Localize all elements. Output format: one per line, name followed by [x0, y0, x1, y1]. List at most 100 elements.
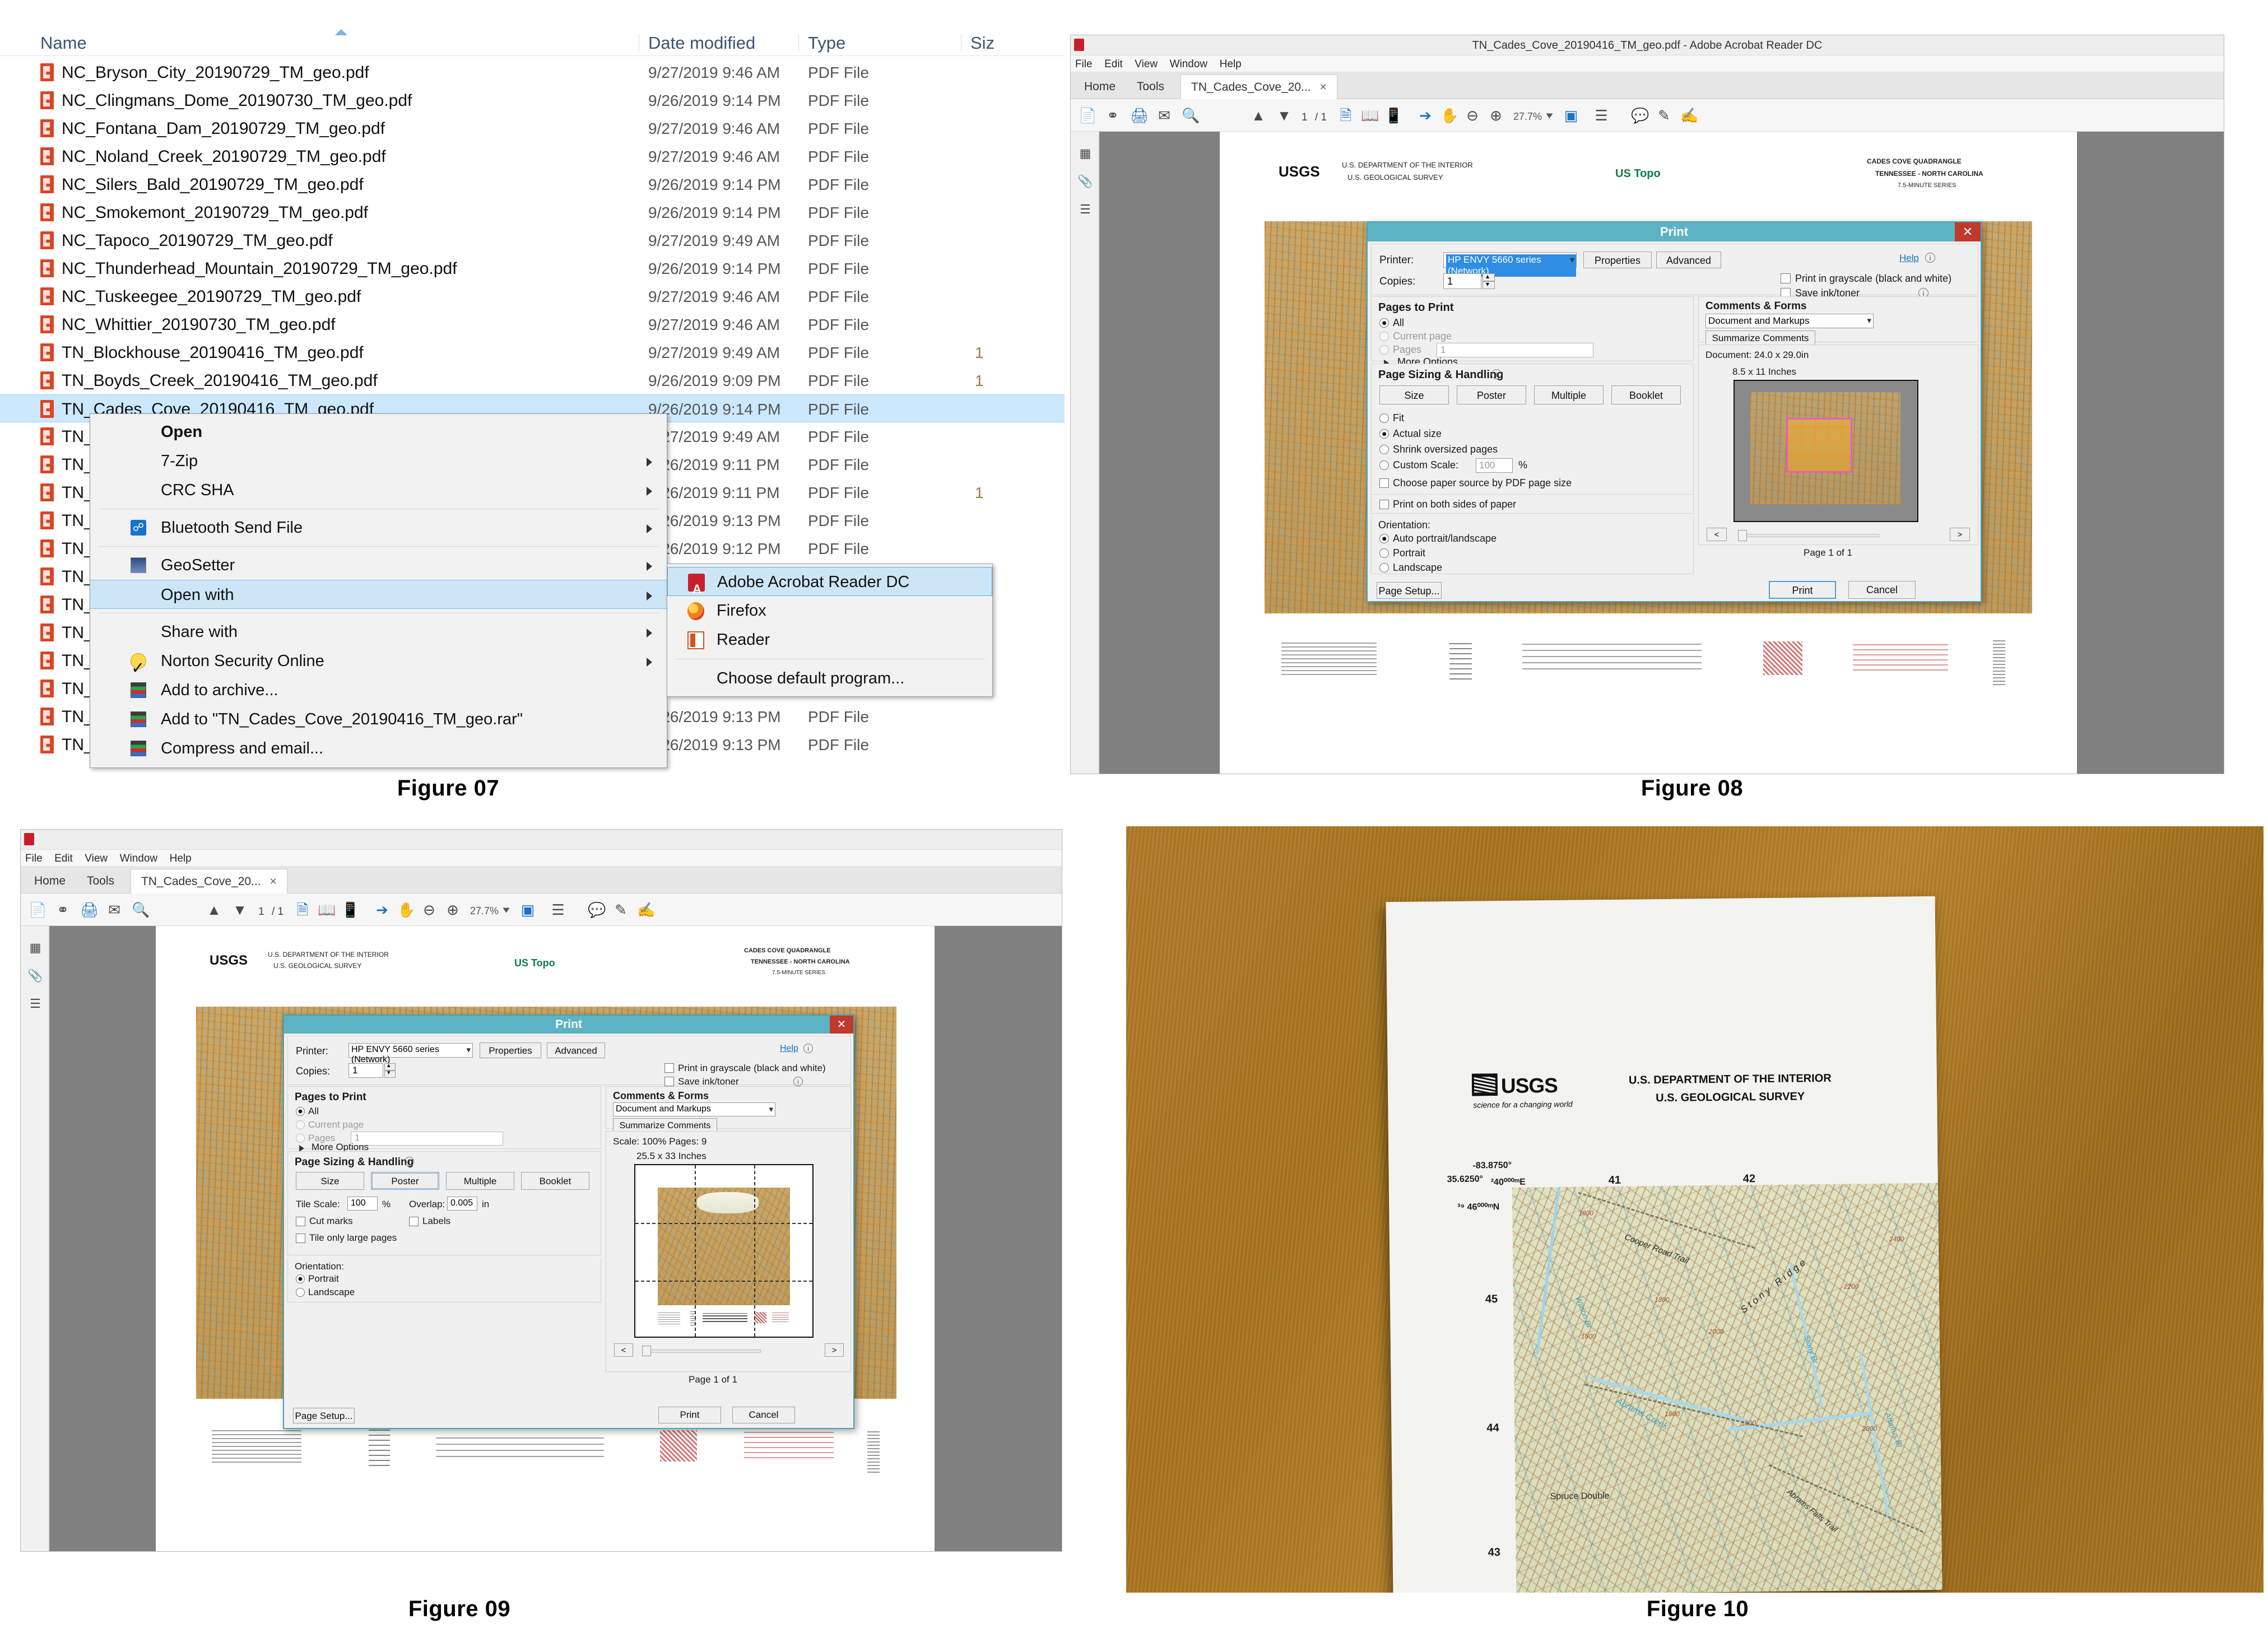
poster-button[interactable]: Poster [371, 1172, 439, 1190]
read-mode-icon[interactable]: ☰ [550, 901, 566, 918]
table-row[interactable]: NC_Thunderhead_Mountain_20190729_TM_geo.… [0, 254, 1065, 282]
search-icon[interactable]: 🔍 [1182, 107, 1198, 124]
cancel-button[interactable]: Cancel [1848, 581, 1916, 599]
zoom-in-icon[interactable]: ⊕ [444, 901, 461, 918]
zoom-level-value[interactable]: 27.7% [1513, 111, 1542, 123]
column-header-size[interactable]: Siz [970, 33, 994, 53]
tile-scale-input[interactable]: 100 [347, 1197, 378, 1211]
chevron-down-icon[interactable]: ▾ [466, 1045, 471, 1055]
fit-page-icon[interactable]: ▣ [1563, 107, 1579, 124]
highlight-icon[interactable]: ✎ [1656, 107, 1672, 124]
paper-source-checkbox[interactable] [1379, 478, 1389, 488]
preview-slider-track[interactable] [1739, 534, 1879, 537]
page-down-icon[interactable]: ▼ [1276, 107, 1293, 124]
labels-checkbox[interactable] [409, 1217, 419, 1226]
size-button[interactable]: Size [296, 1172, 364, 1190]
scroll-mode-icon[interactable]: 📱 [341, 901, 358, 918]
copies-input[interactable]: 1 [1443, 273, 1481, 289]
summarize-comments-button[interactable]: Summarize Comments [1705, 331, 1815, 345]
pages-range-input[interactable]: 1 [351, 1132, 503, 1146]
menu-item[interactable]: Add to "TN_Cades_Cove_20190416_TM_geo.ra… [90, 705, 667, 734]
comments-forms-select[interactable]: Document and Markups ▾ [1705, 314, 1874, 328]
read-mode-icon[interactable]: ☰ [1593, 107, 1610, 124]
comment-icon[interactable]: 💬 [1631, 107, 1648, 124]
scroll-mode-icon[interactable]: 📱 [1384, 107, 1401, 124]
zoom-dropdown-icon[interactable] [503, 908, 510, 913]
column-header-name[interactable]: Name [40, 33, 87, 53]
preview-next-button[interactable]: > [825, 1343, 844, 1357]
zoom-level-value[interactable]: 27.7% [470, 905, 499, 917]
attachments-icon[interactable]: 📎 [27, 967, 41, 982]
menu-item[interactable]: Open with [90, 580, 667, 609]
saveink-info-icon[interactable]: i [793, 1077, 803, 1086]
radio-fit[interactable] [1379, 413, 1389, 423]
table-row[interactable]: NC_Whittier_20190730_TM_geo.pdf9/27/2019… [0, 310, 1065, 338]
share-icon[interactable]: ⚭ [1104, 107, 1121, 124]
menu-file[interactable]: File [25, 850, 43, 865]
page-setup-button[interactable]: Page Setup... [1377, 582, 1442, 599]
table-row[interactable]: NC_Smokemont_20190729_TM_geo.pdf9/26/201… [0, 198, 1065, 226]
column-header-date-modified[interactable]: Date modified [648, 33, 755, 53]
submenu-item[interactable]: Choose default program... [667, 664, 992, 693]
preview-next-button[interactable]: > [1950, 528, 1970, 541]
menu-edit[interactable]: Edit [54, 850, 73, 865]
both-sides-checkbox[interactable] [1379, 500, 1389, 509]
zoom-out-icon[interactable]: ⊖ [421, 901, 438, 918]
multiple-button[interactable]: Multiple [446, 1172, 514, 1190]
help-info-icon[interactable]: i [803, 1044, 813, 1053]
menu-window[interactable]: Window [120, 850, 158, 865]
table-row[interactable]: TN_Boyds_Creek_20190416_TM_geo.pdf9/26/2… [0, 366, 1065, 394]
submenu-item[interactable]: Reader [667, 625, 992, 654]
grayscale-checkbox[interactable] [664, 1063, 674, 1073]
email-icon[interactable]: ✉ [106, 901, 123, 918]
sizing-info-icon[interactable]: i [1491, 369, 1502, 379]
tab-tools[interactable]: Tools [77, 869, 124, 894]
two-page-icon[interactable]: 📖 [1361, 107, 1378, 124]
cut-marks-checkbox[interactable] [296, 1217, 305, 1226]
attachments-icon[interactable]: 📎 [1077, 173, 1091, 188]
help-link[interactable]: Help [1899, 253, 1919, 264]
hand-tool-icon[interactable]: ✋ [1440, 107, 1457, 124]
single-page-icon[interactable]: 🗎 [1337, 107, 1354, 124]
grayscale-checkbox[interactable] [1781, 273, 1791, 283]
summarize-comments-button[interactable]: Summarize Comments [613, 1118, 717, 1132]
radio-custom-scale[interactable] [1379, 460, 1389, 470]
poster-button[interactable]: Poster [1457, 385, 1526, 404]
advanced-button[interactable]: Advanced [1656, 252, 1721, 268]
radio-shrink[interactable] [1379, 445, 1389, 454]
printer-select[interactable]: HP ENVY 5660 series (Network) ▾ [1443, 252, 1577, 268]
radio-actual-size[interactable] [1379, 429, 1389, 439]
chevron-down-icon[interactable]: ▾ [769, 1104, 773, 1114]
tab-document[interactable]: TN_Cades_Cove_20... × [1181, 75, 1337, 99]
preview-prev-button[interactable]: < [1707, 528, 1727, 541]
preview-slider-track[interactable] [643, 1350, 761, 1353]
select-tool-icon[interactable]: ➔ [1417, 107, 1434, 124]
chevron-down-icon[interactable]: ▾ [1570, 254, 1574, 266]
close-icon[interactable]: ✕ [1955, 222, 1981, 241]
page-number-input[interactable]: 1 [258, 906, 264, 918]
page-down-icon[interactable]: ▼ [231, 901, 248, 918]
comment-icon[interactable]: 💬 [588, 901, 605, 918]
radio-orient-landscape[interactable] [296, 1288, 305, 1297]
select-tool-icon[interactable]: ➔ [374, 901, 391, 918]
print-icon[interactable]: 🖨 [1130, 107, 1147, 124]
menu-edit[interactable]: Edit [1104, 55, 1123, 71]
table-row[interactable]: NC_Clingmans_Dome_20190730_TM_geo.pdf9/2… [0, 86, 1065, 114]
copies-stepper-down[interactable]: ▾ [384, 1071, 396, 1078]
menu-item[interactable]: Compress and email... [90, 734, 667, 763]
tile-only-large-checkbox[interactable] [296, 1234, 305, 1243]
menu-item[interactable]: Open [90, 417, 667, 446]
print-button[interactable]: Print [1769, 581, 1836, 599]
tab-document[interactable]: TN_Cades_Cove_20... × [131, 869, 287, 894]
help-link[interactable]: Help [780, 1044, 798, 1054]
menu-help[interactable]: Help [1220, 55, 1242, 71]
hand-tool-icon[interactable]: ✋ [397, 901, 414, 918]
tab-tools[interactable]: Tools [1127, 75, 1174, 99]
menu-window[interactable]: Window [1170, 55, 1208, 71]
multiple-button[interactable]: Multiple [1534, 385, 1604, 404]
table-row[interactable]: NC_Noland_Creek_20190729_TM_geo.pdf9/27/… [0, 142, 1065, 170]
tab-close-icon[interactable]: × [1319, 81, 1326, 94]
layers-icon[interactable]: ☰ [27, 995, 41, 1010]
page-up-icon[interactable]: ▲ [206, 901, 222, 918]
radio-all[interactable] [1379, 318, 1389, 328]
